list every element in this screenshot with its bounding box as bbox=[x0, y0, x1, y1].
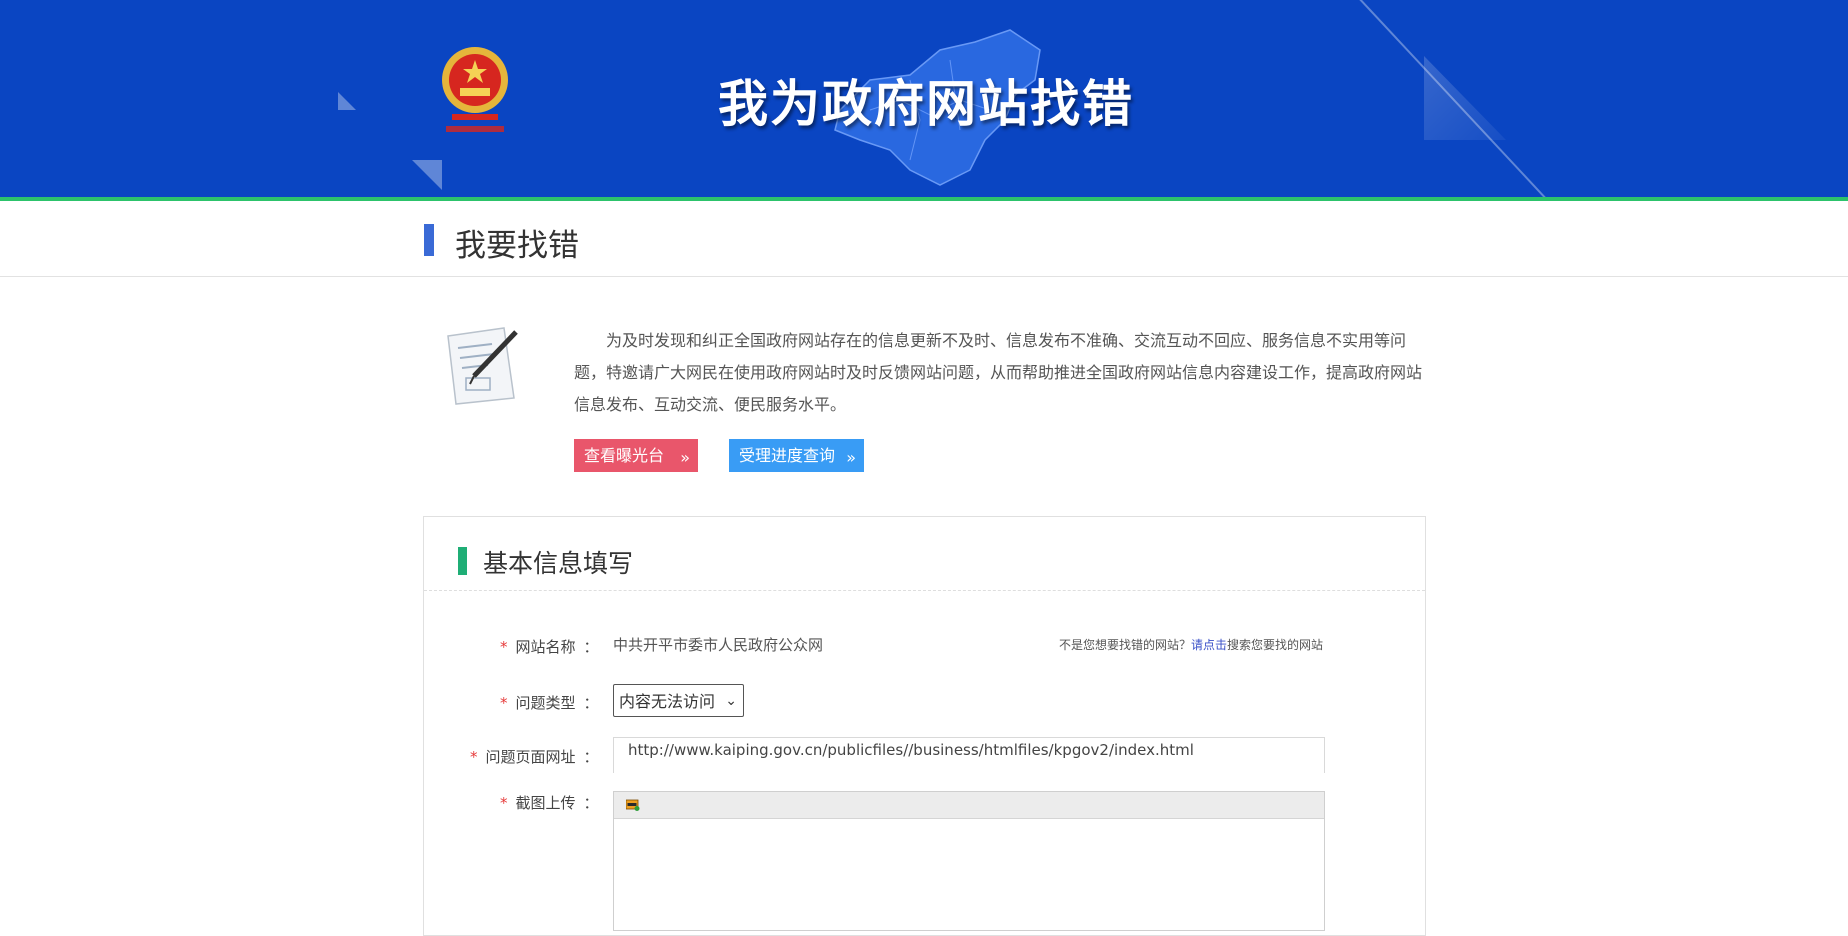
site-name-label-text: 网站名称 bbox=[515, 638, 576, 656]
section-title: 我要找错 bbox=[455, 228, 579, 264]
label-colon: ： bbox=[583, 794, 599, 812]
site-search-hint: 不是您想要找错的网站？请点击搜索您要找的网站 bbox=[1059, 636, 1323, 653]
double-chevron-icon: » bbox=[846, 448, 856, 467]
intro-paragraph: 为及时发现和纠正全国政府网站存在的信息更新不及时、信息发布不准确、交流互动不回应… bbox=[574, 331, 1423, 414]
screenshot-upload-label: * 截图上传 ： bbox=[500, 792, 599, 813]
problem-url-input[interactable]: http://www.kaiping.gov.cn/publicfiles//b… bbox=[613, 737, 1325, 773]
double-chevron-icon: » bbox=[680, 448, 690, 467]
site-name-value: 中共开平市委市人民政府公众网 bbox=[613, 636, 824, 654]
problem-type-select[interactable]: 内容无法访问 ⌄ bbox=[613, 684, 744, 717]
problem-url-label: * 问题页面网址 ： bbox=[470, 746, 599, 767]
national-emblem-icon bbox=[442, 47, 508, 132]
screenshot-upload-label-text: 截图上传 bbox=[515, 794, 576, 812]
label-colon: ： bbox=[583, 694, 599, 712]
problem-type-label-text: 问题类型 bbox=[515, 694, 576, 712]
label-colon: ： bbox=[583, 748, 599, 766]
problem-type-selected: 内容无法访问 bbox=[619, 692, 716, 711]
problem-type-label: * 问题类型 ： bbox=[500, 692, 599, 713]
hint-suffix: 搜索您要找的网站 bbox=[1227, 638, 1324, 652]
search-site-link[interactable]: 请点击 bbox=[1191, 638, 1227, 652]
required-mark: * bbox=[500, 694, 508, 712]
decor-triangle bbox=[412, 160, 442, 190]
panel-title: 基本信息填写 bbox=[483, 549, 634, 578]
screenshot-editor[interactable] bbox=[613, 791, 1325, 931]
view-exposure-button[interactable]: 查看曝光台 » bbox=[574, 439, 698, 472]
label-colon: ： bbox=[583, 638, 599, 656]
image-upload-icon[interactable] bbox=[626, 799, 640, 811]
required-mark: * bbox=[500, 638, 508, 656]
section-marker bbox=[424, 224, 434, 256]
panel-header: 基本信息填写 bbox=[424, 517, 1425, 591]
progress-query-label: 受理进度查询 bbox=[739, 446, 836, 465]
decor-triangle bbox=[338, 92, 356, 110]
view-exposure-label: 查看曝光台 bbox=[584, 446, 665, 465]
banner-title-text: 我为政府网站找错 bbox=[718, 75, 1134, 133]
header-banner: 我为政府网站找错 bbox=[0, 0, 1848, 197]
required-mark: * bbox=[500, 794, 508, 812]
section-header: 我要找错 bbox=[0, 201, 1848, 277]
hint-prefix: 不是您想要找错的网站？ bbox=[1059, 638, 1192, 652]
decor-triangle bbox=[1424, 56, 1506, 140]
progress-query-button[interactable]: 受理进度查询 » bbox=[729, 439, 864, 472]
required-mark: * bbox=[470, 748, 478, 766]
chevron-down-icon: ⌄ bbox=[725, 693, 737, 709]
editor-toolbar bbox=[614, 792, 1324, 819]
site-name-label: * 网站名称 ： bbox=[500, 636, 599, 657]
panel-marker bbox=[458, 547, 467, 575]
problem-url-label-text: 问题页面网址 bbox=[485, 748, 576, 766]
document-pen-icon bbox=[447, 327, 518, 405]
